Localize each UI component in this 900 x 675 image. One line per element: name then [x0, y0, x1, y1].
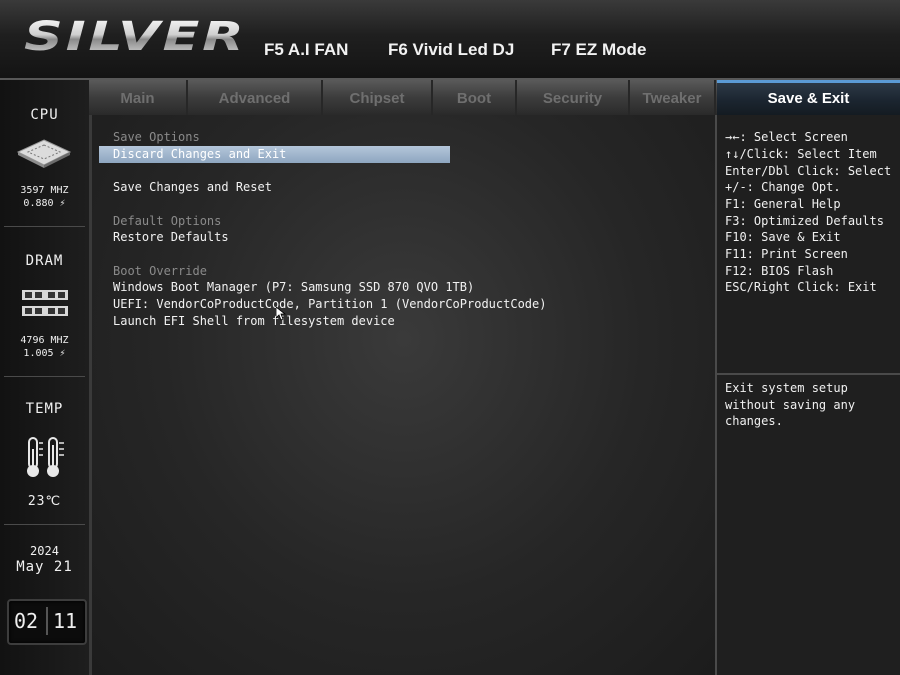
cpu-label: CPU: [30, 107, 59, 123]
hotkey-ai-fan[interactable]: F5 A.I FAN: [264, 40, 348, 60]
restore-defaults-option[interactable]: Restore Defaults: [113, 229, 229, 246]
help-key-esc: ESC/Right Click: Exit: [725, 280, 877, 294]
tab-chipset[interactable]: Chipset: [323, 80, 433, 115]
sidebar-divider: [4, 226, 85, 227]
help-key-f3: F3: Optimized Defaults: [725, 214, 884, 228]
temp-value: 23℃: [27, 494, 62, 509]
hotkey-vivid-led-dj[interactable]: F6 Vivid Led DJ: [388, 40, 514, 60]
dram-frequency: 4796 MHZ: [20, 335, 69, 346]
dram-module-icon: [22, 290, 68, 316]
temp-label: TEMP: [25, 401, 64, 417]
dram-voltage: 1.005 ⚡: [23, 348, 66, 359]
help-divider: [717, 373, 900, 375]
cpu-chip-icon: [16, 139, 72, 168]
discard-changes-exit-option[interactable]: Discard Changes and Exit: [99, 146, 450, 163]
help-key-select-screen: →←: Select Screen: [725, 130, 848, 144]
top-bar: SILVER F5 A.I FAN F6 Vivid Led DJ F7 EZ …: [0, 0, 900, 80]
brand-logo: SILVER: [24, 14, 247, 60]
thermometer-icon: [27, 437, 64, 477]
cpu-voltage: 0.880 ⚡: [23, 198, 66, 209]
tab-security[interactable]: Security: [517, 80, 630, 115]
help-description-line: without saving any: [725, 398, 856, 412]
clock-hours: 02: [14, 609, 39, 633]
dram-label: DRAM: [25, 253, 64, 269]
system-status-sidebar: CPU 3597 MHZ 0.880 ⚡ DRAM 4796 MHZ 1.005…: [0, 80, 92, 675]
cpu-frequency: 3597 MHZ: [20, 185, 69, 196]
tab-main[interactable]: Main: [89, 80, 188, 115]
tab-tweaker[interactable]: Tweaker: [630, 80, 716, 115]
tab-boot[interactable]: Boot: [433, 80, 517, 115]
date-year: 2024: [30, 544, 59, 558]
hotkey-ez-mode[interactable]: F7 EZ Mode: [551, 40, 646, 60]
help-key-change-opt: +/-: Change Opt.: [725, 180, 841, 194]
help-panel: →←: Select Screen ↑↓/Click: Select Item …: [717, 115, 900, 675]
boot-override-header: Boot Override: [113, 264, 207, 278]
main-settings-panel: Save Options Discard Changes and Exit Sa…: [92, 115, 717, 675]
save-changes-reset-option[interactable]: Save Changes and Reset: [113, 179, 272, 196]
tab-advanced[interactable]: Advanced: [188, 80, 323, 115]
help-key-f11: F11: Print Screen: [725, 247, 848, 261]
sidebar-divider: [4, 376, 85, 377]
help-key-f12: F12: BIOS Flash: [725, 264, 834, 278]
sidebar-divider: [4, 524, 85, 525]
tab-save-exit[interactable]: Save & Exit: [717, 80, 900, 115]
boot-override-efi-shell[interactable]: Launch EFI Shell from filesystem device: [113, 313, 395, 330]
clock-divider: [46, 607, 48, 635]
boot-override-uefi-partition[interactable]: UEFI: VendorCoProductCode, Partition 1 (…: [113, 296, 546, 313]
save-options-header: Save Options: [113, 130, 200, 144]
help-description-line: Exit system setup: [725, 381, 848, 395]
help-key-enter: Enter/Dbl Click: Select: [725, 164, 892, 178]
date-month-day: May 21: [16, 559, 73, 575]
clock-minutes: 11: [53, 609, 78, 633]
mouse-cursor-icon: [276, 307, 286, 321]
help-key-select-item: ↑↓/Click: Select Item: [725, 147, 877, 161]
help-key-f10: F10: Save & Exit: [725, 230, 841, 244]
tab-bar: Main Advanced Chipset Boot Security Twea…: [89, 80, 900, 115]
help-key-f1: F1: General Help: [725, 197, 841, 211]
help-description-line: changes.: [725, 414, 783, 428]
boot-override-windows-boot-manager[interactable]: Windows Boot Manager (P7: Samsung SSD 87…: [113, 279, 474, 296]
default-options-header: Default Options: [113, 214, 222, 228]
time-clock: 02 11: [7, 599, 87, 645]
